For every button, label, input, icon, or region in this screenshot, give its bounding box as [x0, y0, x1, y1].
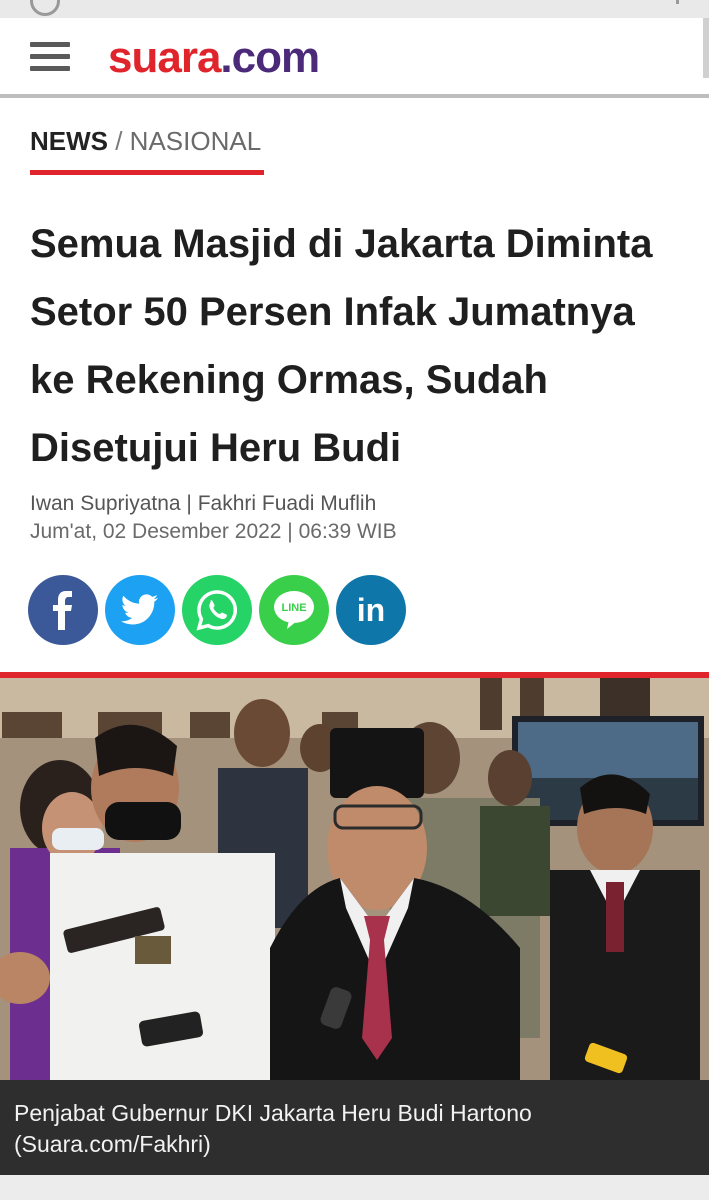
browser-top-strip	[0, 0, 709, 18]
photo-illustration	[0, 678, 709, 1080]
line-icon: LINE	[274, 591, 314, 629]
twitter-share-button[interactable]	[105, 575, 175, 645]
breadcrumb-nasional[interactable]: NASIONAL	[130, 126, 262, 156]
breadcrumb-news[interactable]: NEWS	[30, 126, 108, 156]
linkedin-share-button[interactable]: in	[336, 575, 406, 645]
whatsapp-share-button[interactable]	[182, 575, 252, 645]
article-date: Jum'at, 02 Desember 2022 | 06:39 WIB	[30, 520, 397, 543]
site-logo[interactable]: suara.com	[108, 33, 320, 82]
breadcrumb-separator: /	[108, 126, 130, 156]
linkedin-icon: in	[357, 592, 385, 628]
browser-status-icon-right	[666, 0, 679, 4]
breadcrumb: NEWS / NASIONAL	[30, 126, 261, 156]
article-authors[interactable]: Iwan Supriyatna | Fakhri Fuadi Muflih	[30, 491, 376, 517]
line-share-button[interactable]: LINE	[259, 575, 329, 645]
browser-status-icon	[30, 0, 60, 16]
photo-caption: Penjabat Gubernur DKI Jakarta Heru Budi …	[0, 1080, 709, 1175]
facebook-share-button[interactable]	[28, 575, 98, 645]
twitter-icon	[121, 594, 158, 625]
line-icon-text: LINE	[281, 602, 306, 614]
whatsapp-icon	[196, 590, 238, 631]
linkedin-icon-text: in	[357, 592, 385, 628]
article-title: Semua Masjid di Jakarta Diminta Setor 50…	[30, 222, 653, 470]
facebook-icon	[53, 591, 72, 630]
header-edge-shadow	[703, 18, 709, 78]
photo-caption-text: Penjabat Gubernur DKI Jakarta Heru Budi …	[14, 1100, 532, 1157]
logo-text-suara: suara	[108, 33, 221, 82]
hamburger-menu-icon[interactable]	[30, 42, 70, 72]
breadcrumb-underline	[30, 170, 264, 175]
article-photo[interactable]	[0, 678, 709, 1080]
article-header: NEWS / NASIONAL Semua Masjid di Jakarta …	[0, 98, 709, 672]
site-header: suara.com	[0, 18, 709, 94]
logo-text-dotcom: .com	[220, 33, 320, 82]
